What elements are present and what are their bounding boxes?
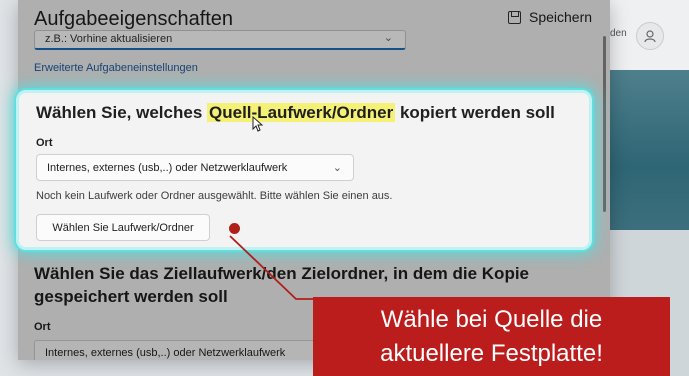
source-section-title: Wählen Sie, welches Quell-Laufwerk/Ordne… <box>36 103 555 123</box>
advanced-settings-link[interactable]: Erweiterte Aufgabeneinstellungen <box>34 62 198 74</box>
save-button-label: Speichern <box>529 9 593 25</box>
target-location-label: Ort <box>34 321 51 333</box>
source-hint-text: Noch kein Laufwerk oder Ordner ausgewähl… <box>36 190 393 202</box>
background-panel <box>608 70 689 230</box>
callout-line-1: Wähle bei Quelle die <box>380 306 603 333</box>
background-topbar-text: den <box>610 28 627 39</box>
source-title-after: kopiert werden soll <box>395 103 555 122</box>
callout-line-2: aktuellere Festplatte! <box>380 340 603 367</box>
chevron-down-icon: ⌄ <box>383 32 393 44</box>
source-title-before: Wählen Sie, welches <box>36 103 208 122</box>
dialog-title: Aufgabeeigenschaften <box>34 8 234 30</box>
annotation-dot <box>229 223 240 234</box>
source-location-value: Internes, externes (usb,..) oder Netzwer… <box>47 162 288 174</box>
user-avatar-icon[interactable] <box>636 22 664 50</box>
target-location-select[interactable]: Internes, externes (usb,..) oder Netzwer… <box>34 340 334 360</box>
task-name-field[interactable]: z.B.: Vorhine aktualisieren ⌄ <box>34 30 406 50</box>
choose-drive-folder-button[interactable]: Wählen Sie Laufwerk/Ordner <box>36 214 210 241</box>
target-location-value: Internes, externes (usb,..) oder Netzwer… <box>45 347 286 359</box>
chevron-down-icon: ⌄ <box>332 162 342 174</box>
source-location-label: Ort <box>36 137 53 149</box>
task-name-value: z.B.: Vorhine aktualisieren <box>45 33 173 45</box>
source-title-highlight: Quell-Laufwerk/Ordner <box>207 103 396 122</box>
save-button[interactable]: Speichern <box>508 9 592 25</box>
mouse-cursor-icon <box>252 116 264 132</box>
source-section-card: Wählen Sie, welches Quell-Laufwerk/Ordne… <box>16 90 592 250</box>
save-icon <box>508 10 521 24</box>
tutorial-callout: Wähle bei Quelle die aktuellere Festplat… <box>313 297 670 376</box>
source-location-select[interactable]: Internes, externes (usb,..) oder Netzwer… <box>36 154 354 181</box>
scrollbar[interactable] <box>603 36 606 212</box>
